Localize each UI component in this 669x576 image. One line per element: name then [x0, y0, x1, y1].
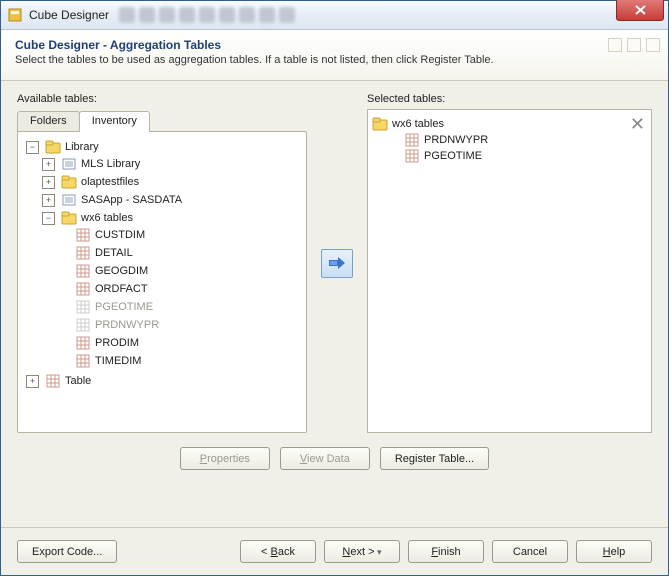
page-title: Cube Designer - Aggregation Tables [15, 38, 654, 52]
tabs: Folders Inventory [17, 109, 307, 131]
expand-icon[interactable]: + [26, 375, 39, 388]
page-hint: Select the tables to be used as aggregat… [15, 54, 654, 66]
tree-label: CUSTDIM [95, 229, 145, 241]
collapse-icon[interactable]: − [26, 141, 39, 154]
table-icon [75, 281, 91, 297]
selected-item[interactable]: PGEOTIME [404, 148, 647, 164]
table-icon [75, 227, 91, 243]
cancel-button[interactable]: Cancel [492, 540, 568, 563]
folder-icon [45, 139, 61, 155]
finish-button[interactable]: Finish [408, 540, 484, 563]
expand-icon[interactable]: + [42, 176, 55, 189]
dialog-window: Cube Designer Cube Designer - Aggregatio… [0, 0, 669, 576]
tree-node-prodim[interactable]: PRODIM [58, 335, 302, 351]
table-icon [404, 132, 420, 148]
title-bar: Cube Designer [1, 1, 668, 30]
tree-node-prdnwypr[interactable]: PRDNWYPR [58, 317, 302, 333]
register-table-button[interactable]: Register Table... [380, 447, 489, 470]
tree-label: MLS Library [81, 158, 140, 170]
selected-item-label: PGEOTIME [424, 150, 482, 162]
tree-label: ORDFACT [95, 283, 148, 295]
selected-item-label: PRDNWYPR [424, 134, 488, 146]
arrow-right-icon [327, 255, 347, 271]
selected-group[interactable]: wx6 tables [372, 116, 647, 132]
properties-button[interactable]: Properties [180, 447, 270, 470]
tree-label: PGEOTIME [95, 301, 153, 313]
next-button[interactable]: Next > [324, 540, 400, 563]
tab-inventory[interactable]: Inventory [79, 111, 150, 132]
export-code-button[interactable]: Export Code... [17, 540, 117, 563]
table-icon [75, 245, 91, 261]
remove-button[interactable]: ✕ [630, 114, 645, 135]
tree-node-timedim[interactable]: TIMEDIM [58, 353, 302, 369]
back-button[interactable]: < Back [240, 540, 316, 563]
selected-item[interactable]: PRDNWYPR [404, 132, 647, 148]
library-icon [61, 156, 77, 172]
available-label: Available tables: [17, 93, 307, 105]
help-button[interactable]: Help [576, 540, 652, 563]
tree-node-wx6[interactable]: − wx6 tables [42, 210, 302, 226]
table-icon [75, 335, 91, 351]
table-icon [75, 317, 91, 333]
wizard-footer: Export Code... < Back Next > Finish Canc… [1, 527, 668, 575]
tab-folders[interactable]: Folders [17, 111, 80, 131]
tree-node-ordfact[interactable]: ORDFACT [58, 281, 302, 297]
table-icon [45, 373, 61, 389]
tree-label: Library [65, 141, 99, 153]
tree-node-sasapp[interactable]: + SASApp - SASDATA [42, 192, 302, 208]
tree-node-pgeotime[interactable]: PGEOTIME [58, 299, 302, 315]
helper-buttons [608, 38, 660, 52]
tree-label: PRODIM [95, 337, 139, 349]
add-to-selected-button[interactable] [321, 249, 353, 278]
collapse-icon[interactable]: − [42, 212, 55, 225]
tree-node-custdim[interactable]: CUSTDIM [58, 227, 302, 243]
table-icon [404, 148, 420, 164]
selected-group-label: wx6 tables [392, 118, 444, 130]
tree-label: olaptestfiles [81, 176, 139, 188]
tree-label: SASApp - SASDATA [81, 194, 182, 206]
selected-label: Selected tables: [367, 93, 652, 105]
tree-label: PRDNWYPR [95, 319, 159, 331]
available-tree[interactable]: − Library + [17, 131, 307, 433]
library-icon [61, 192, 77, 208]
table-icon [75, 299, 91, 315]
app-icon [7, 7, 23, 23]
tree-node-geogdim[interactable]: GEOGDIM [58, 263, 302, 279]
table-icon [75, 353, 91, 369]
wizard-header: Cube Designer - Aggregation Tables Selec… [1, 30, 668, 81]
tree-label: DETAIL [95, 247, 133, 259]
table-icon [75, 263, 91, 279]
tree-node-library[interactable]: − Library [26, 139, 302, 155]
folder-icon [372, 116, 388, 132]
selected-list[interactable]: ✕ wx6 tables PRDNWYPR PGEOTIME [367, 109, 652, 433]
tree-node-mls[interactable]: + MLS Library [42, 156, 302, 172]
tree-node-olap[interactable]: + olaptestfiles [42, 174, 302, 190]
tree-label: wx6 tables [81, 212, 133, 224]
wizard-body: Available tables: Folders Inventory − [1, 81, 668, 527]
expand-icon[interactable]: + [42, 194, 55, 207]
folder-icon [61, 210, 77, 226]
tree-node-table[interactable]: + Table [26, 373, 302, 389]
tree-label: Table [65, 375, 91, 387]
view-data-button[interactable]: View Data [280, 447, 370, 470]
window-title: Cube Designer [29, 8, 109, 22]
toolbar-blur [119, 7, 295, 23]
expand-icon[interactable]: + [42, 158, 55, 171]
folder-icon [61, 174, 77, 190]
tree-label: TIMEDIM [95, 355, 141, 367]
tree-node-detail[interactable]: DETAIL [58, 245, 302, 261]
close-button[interactable] [616, 0, 664, 21]
tree-label: GEOGDIM [95, 265, 148, 277]
